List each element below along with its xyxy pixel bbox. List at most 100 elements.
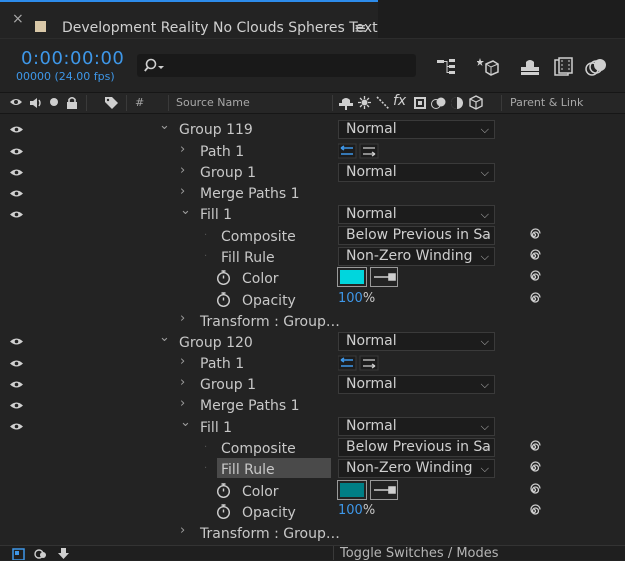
composition-tab[interactable]: × Development Reality No Clouds Spheres … [0, 0, 378, 38]
layer-search-input[interactable] [137, 54, 416, 77]
property-row-opacity[interactable]: Opacity 100% [0, 501, 625, 522]
layer-row-merge-paths-1[interactable]: › Merge Paths 1 [0, 395, 625, 416]
composition-flowchart-icon[interactable] [436, 56, 458, 78]
color-swatch[interactable] [337, 267, 367, 287]
video-visibility-column-icon[interactable] [9, 97, 23, 107]
pick-whip-icon[interactable] [527, 461, 541, 475]
fill-rule-dropdown[interactable]: Non-Zero Winding ⌵ [338, 247, 495, 266]
stopwatch-icon[interactable] [216, 270, 231, 285]
composite-dropdown[interactable]: Below Previous in Sa ⌵ [338, 438, 495, 457]
pick-whip-icon[interactable] [527, 270, 541, 284]
audio-column-icon[interactable] [29, 97, 43, 109]
parent-link-column[interactable]: Parent & Link [510, 96, 583, 109]
opacity-number[interactable]: 100 [338, 503, 363, 518]
pick-whip-icon[interactable] [527, 440, 541, 454]
frame-blend-switch-icon[interactable] [413, 96, 427, 110]
current-time-display[interactable]: 0:00:00:00 [21, 48, 124, 69]
stopwatch-icon[interactable] [216, 483, 231, 498]
collapse-chevron-icon[interactable]: ⌄ [180, 203, 191, 218]
expand-chevron-icon[interactable]: › [180, 311, 185, 326]
expand-chevron-icon[interactable]: › [180, 184, 185, 199]
blend-mode-dropdown[interactable]: Normal ⌵ [338, 120, 495, 139]
pick-whip-icon[interactable] [527, 228, 541, 242]
label-column-icon[interactable] [104, 96, 119, 110]
effects-switch-icon[interactable]: fx [393, 93, 406, 109]
property-row-color[interactable]: Color [0, 267, 625, 288]
opacity-value[interactable]: 100% [338, 503, 375, 518]
adjustment-layer-icon[interactable] [450, 96, 464, 110]
property-row-composite[interactable]: · Composite Below Previous in Sa ⌵ [0, 437, 625, 458]
layer-row-group-119[interactable]: ⌄ Group 119 Normal ⌵ [0, 118, 625, 140]
pick-whip-icon[interactable] [527, 249, 541, 263]
transfer-controls-pane-icon[interactable] [34, 548, 47, 560]
shy-switch-icon[interactable] [338, 96, 354, 110]
motion-blur-icon[interactable] [585, 56, 607, 78]
visibility-eye-icon[interactable] [10, 189, 23, 198]
opacity-value[interactable]: 100% [338, 291, 375, 306]
expand-chevron-icon[interactable]: › [180, 142, 185, 157]
visibility-eye-icon[interactable] [10, 210, 23, 219]
visibility-eye-icon[interactable] [10, 359, 23, 368]
layer-row-group-1[interactable]: › Group 1 Normal ⌵ [0, 374, 625, 395]
layer-row-merge-paths-1[interactable]: › Merge Paths 1 [0, 183, 625, 204]
layer-row-transform-group[interactable]: › Transform : Group… [0, 310, 625, 331]
visibility-eye-icon[interactable] [10, 147, 23, 156]
lock-column-icon[interactable] [66, 96, 78, 109]
motion-blur-switch-icon[interactable] [431, 96, 446, 110]
visibility-eye-icon[interactable] [10, 401, 23, 410]
eyedropper-icon[interactable] [370, 267, 398, 287]
draft-3d-icon[interactable] [477, 56, 499, 78]
blend-mode-dropdown[interactable]: Normal ⌵ [338, 375, 495, 394]
expand-chevron-icon[interactable]: › [180, 396, 185, 411]
expand-chevron-icon[interactable]: › [180, 163, 185, 178]
blend-mode-dropdown[interactable]: Normal ⌵ [338, 332, 495, 351]
layer-row-fill-1[interactable]: ⌄ Fill 1 Normal ⌵ [0, 415, 625, 437]
visibility-eye-icon[interactable] [10, 125, 23, 134]
layer-row-path-1[interactable]: › Path 1 [0, 141, 625, 162]
3d-layer-icon[interactable] [469, 95, 483, 110]
collapse-chevron-icon[interactable]: ⌄ [180, 415, 191, 430]
stopwatch-icon[interactable] [216, 504, 231, 519]
layer-row-transform-group[interactable]: › Transform : Group… [0, 522, 625, 543]
solo-column-icon[interactable] [50, 98, 58, 106]
layer-row-group-120[interactable]: ⌄ Group 120 Normal ⌵ [0, 330, 625, 352]
expand-chevron-icon[interactable]: › [180, 375, 185, 390]
expand-chevron-icon[interactable]: › [180, 354, 185, 369]
collapse-chevron-icon[interactable]: ⌄ [159, 330, 170, 345]
property-row-color[interactable]: Color [0, 480, 625, 501]
source-name-column[interactable]: Source Name [176, 96, 250, 109]
layer-row-group-1[interactable]: › Group 1 Normal ⌵ [0, 162, 625, 183]
visibility-eye-icon[interactable] [10, 380, 23, 389]
pick-whip-icon[interactable] [527, 504, 541, 518]
eyedropper-icon[interactable] [370, 480, 398, 500]
visibility-eye-icon[interactable] [10, 337, 23, 346]
in-out-duration-pane-icon[interactable] [57, 547, 70, 560]
color-swatch[interactable] [337, 480, 367, 500]
blend-mode-dropdown[interactable]: Normal ⌵ [338, 417, 495, 436]
property-row-composite[interactable]: · Composite Below Previous in Sa ⌵ [0, 225, 625, 246]
layer-row-path-1[interactable]: › Path 1 [0, 353, 625, 374]
pick-whip-icon[interactable] [527, 292, 541, 306]
collapse-transformations-icon[interactable] [358, 96, 371, 109]
layer-row-fill-1[interactable]: ⌄ Fill 1 Normal ⌵ [0, 203, 625, 225]
visibility-eye-icon[interactable] [10, 168, 23, 177]
opacity-number[interactable]: 100 [338, 291, 363, 306]
pick-whip-icon[interactable] [527, 483, 541, 497]
close-tab-icon[interactable]: × [12, 11, 24, 27]
hide-shy-layers-icon[interactable] [519, 56, 541, 78]
fill-rule-dropdown[interactable]: Non-Zero Winding ⌵ [338, 459, 495, 478]
frame-blending-icon[interactable] [553, 56, 575, 78]
blend-mode-dropdown[interactable]: Normal ⌵ [338, 163, 495, 182]
quality-switch-icon[interactable] [376, 96, 390, 110]
stopwatch-icon[interactable] [216, 292, 231, 307]
property-row-fill-rule[interactable]: · Fill Rule Non-Zero Winding ⌵ [0, 458, 625, 479]
collapse-chevron-icon[interactable]: ⌄ [159, 118, 170, 133]
expand-chevron-icon[interactable]: › [180, 523, 185, 538]
layer-switches-pane-icon[interactable] [12, 548, 25, 560]
visibility-eye-icon[interactable] [10, 422, 23, 431]
composite-dropdown[interactable]: Below Previous in Sa ⌵ [338, 226, 495, 245]
property-row-fill-rule[interactable]: · Fill Rule Non-Zero Winding ⌵ [0, 246, 625, 267]
property-row-opacity[interactable]: Opacity 100% [0, 289, 625, 310]
path-direction-icons[interactable] [338, 355, 382, 371]
blend-mode-dropdown[interactable]: Normal ⌵ [338, 205, 495, 224]
